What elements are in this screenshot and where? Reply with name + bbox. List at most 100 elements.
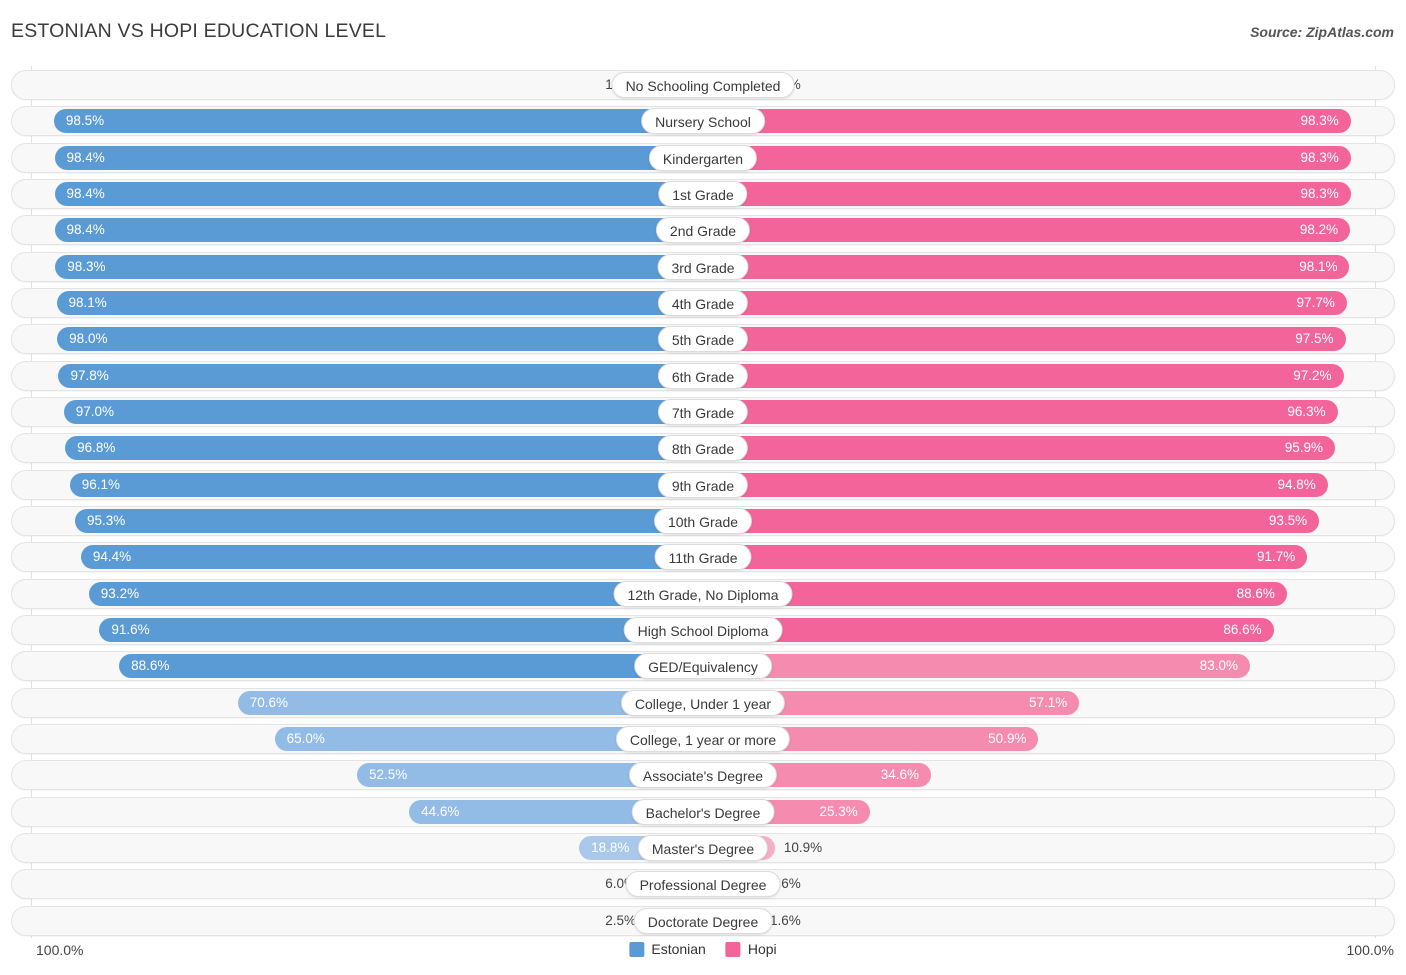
value-label-hopi: 93.5% <box>1268 512 1308 528</box>
category-label[interactable]: 1st Grade <box>658 180 748 207</box>
chart-row: 98.4% 98.2% 2nd Grade <box>11 215 1395 246</box>
value-label-estonian: 97.8% <box>70 367 109 383</box>
value-label-hopi: 50.9% <box>988 730 1027 746</box>
category-label[interactable]: 2nd Grade <box>655 217 751 244</box>
value-label-estonian: 98.0% <box>69 331 108 347</box>
value-label-estonian: 96.1% <box>81 476 120 492</box>
category-label[interactable]: 10th Grade <box>653 507 753 534</box>
chart-row: 94.4% 91.7% 11th Grade <box>11 542 1395 573</box>
value-label-estonian: 91.6% <box>111 621 150 637</box>
chart-row: 98.1% 97.7% 4th Grade <box>11 287 1395 318</box>
value-label-estonian: 18.8% <box>591 839 630 855</box>
bar-estonian: 98.3% <box>55 254 703 279</box>
chart-row: 6.0% 3.6% Professional Degree <box>11 869 1395 900</box>
axis-max-right: 100.0% <box>1346 942 1394 958</box>
bar-estonian: 97.0% <box>63 399 703 424</box>
value-label-hopi: 83.0% <box>1199 658 1238 674</box>
bar-estonian: 91.6% <box>99 617 703 642</box>
chart-plot-area: 1.6%2.2%No Schooling Completed 98.5% 98.3%… <box>11 66 1395 938</box>
legend-item[interactable]: Estonian <box>629 941 706 957</box>
category-label[interactable]: 11th Grade <box>654 544 752 571</box>
category-label[interactable]: Professional Degree <box>625 871 781 898</box>
bar-hopi: 98.3% <box>703 181 1351 206</box>
category-label[interactable]: 6th Grade <box>657 362 749 389</box>
value-label-hopi: 86.6% <box>1223 621 1262 637</box>
chart-row: 91.6% 86.6% High School Diploma <box>11 614 1395 645</box>
category-label[interactable]: Bachelor's Degree <box>631 798 775 825</box>
chart-legend: Estonian Hopi <box>629 941 777 957</box>
category-label[interactable]: 5th Grade <box>657 326 749 353</box>
chart-row: 97.0% 96.3% 7th Grade <box>11 396 1395 427</box>
category-label[interactable]: 12th Grade, No Diploma <box>613 580 793 607</box>
axis-max-left: 100.0% <box>36 942 84 958</box>
category-label[interactable]: Nursery School <box>641 108 765 135</box>
value-label-hopi: 1.6% <box>770 912 801 928</box>
value-label-estonian: 88.6% <box>131 658 170 674</box>
value-label-estonian: 98.1% <box>68 294 107 310</box>
category-label[interactable]: Kindergarten <box>648 144 758 171</box>
bar-hopi: 94.8% <box>703 472 1328 497</box>
bar-estonian: 94.4% <box>80 545 703 570</box>
category-label[interactable]: 4th Grade <box>657 289 749 316</box>
chart-row: 44.6% 25.3% Bachelor's Degree <box>11 796 1395 827</box>
chart-row: 96.8% 95.9% 8th Grade <box>11 433 1395 464</box>
category-label[interactable]: Doctorate Degree <box>633 907 773 934</box>
bar-estonian: 88.6% <box>119 654 703 679</box>
chart-row: 2.5% 1.6% Doctorate Degree <box>11 905 1395 936</box>
bar-hopi: 98.2% <box>703 218 1351 243</box>
value-label-hopi: 88.6% <box>1236 585 1275 601</box>
value-label-estonian: 2.5% <box>605 912 636 928</box>
value-label-estonian: 93.2% <box>100 585 140 601</box>
chart-row: 88.6% 83.0% GED/Equivalency <box>11 651 1395 682</box>
bar-hopi: 97.5% <box>703 327 1346 352</box>
value-label-hopi: 94.8% <box>1277 476 1316 492</box>
value-label-estonian: 70.6% <box>249 694 289 710</box>
value-label-estonian: 52.5% <box>369 767 408 783</box>
legend-swatch-icon <box>629 941 645 957</box>
value-label-hopi: 34.6% <box>880 767 919 783</box>
value-label-hopi: 96.3% <box>1287 403 1326 419</box>
legend-label: Estonian <box>651 941 706 957</box>
bar-estonian: 96.8% <box>65 436 703 461</box>
chart-row: 98.3% 98.1% 3rd Grade <box>11 251 1395 282</box>
category-label[interactable]: GED/Equivalency <box>634 653 772 680</box>
bar-estonian: 98.4% <box>54 218 703 243</box>
value-label-hopi: 97.7% <box>1296 294 1335 310</box>
bar-estonian: 98.4% <box>54 145 703 170</box>
value-label-estonian: 65.0% <box>286 730 325 746</box>
bar-hopi: 91.7% <box>703 545 1308 570</box>
category-label[interactable]: Master's Degree <box>637 834 769 861</box>
category-label[interactable]: College, 1 year or more <box>615 725 791 752</box>
legend-item[interactable]: Hopi <box>725 941 777 957</box>
legend-swatch-icon <box>725 941 741 957</box>
chart-row: 93.2% 88.6% 12th Grade, No Diploma <box>11 578 1395 609</box>
page-title: ESTONIAN VS HOPI EDUCATION LEVEL <box>11 20 387 42</box>
category-label[interactable]: College, Under 1 year <box>620 689 786 716</box>
chart-row: 18.8% 10.9% Master's Degree <box>11 832 1395 863</box>
category-label[interactable]: 7th Grade <box>657 398 749 425</box>
bar-estonian: 98.5% <box>53 109 703 134</box>
bar-hopi: 86.6% <box>703 617 1274 642</box>
category-label[interactable]: 3rd Grade <box>657 253 749 280</box>
value-label-hopi: 98.3% <box>1300 113 1339 129</box>
bar-estonian: 98.4% <box>54 181 703 206</box>
chart-root: ESTONIAN VS HOPI EDUCATION LEVEL Source:… <box>0 0 1406 975</box>
bar-estonian: 96.1% <box>69 472 703 497</box>
bar-hopi: 97.7% <box>703 290 1347 315</box>
value-label-estonian: 95.3% <box>86 512 126 528</box>
category-label[interactable]: 8th Grade <box>657 435 749 462</box>
category-label[interactable]: No Schooling Completed <box>611 72 795 98</box>
bar-hopi: 98.3% <box>703 109 1351 134</box>
value-label-estonian: 98.5% <box>65 113 105 129</box>
category-label[interactable]: Associate's Degree <box>628 762 778 789</box>
value-label-hopi: 25.3% <box>819 803 858 819</box>
bar-hopi: 83.0% <box>703 654 1250 679</box>
value-label-estonian: 96.8% <box>77 440 116 456</box>
legend-label: Hopi <box>747 941 777 957</box>
value-label-estonian: 94.4% <box>92 549 132 565</box>
category-label[interactable]: 9th Grade <box>657 471 749 498</box>
chart-row: 98.4% 98.3% Kindergarten <box>11 142 1395 173</box>
bar-hopi: 98.3% <box>703 145 1351 170</box>
chart-row: 70.6% 57.1% College, Under 1 year <box>11 687 1395 718</box>
category-label[interactable]: High School Diploma <box>623 616 783 643</box>
